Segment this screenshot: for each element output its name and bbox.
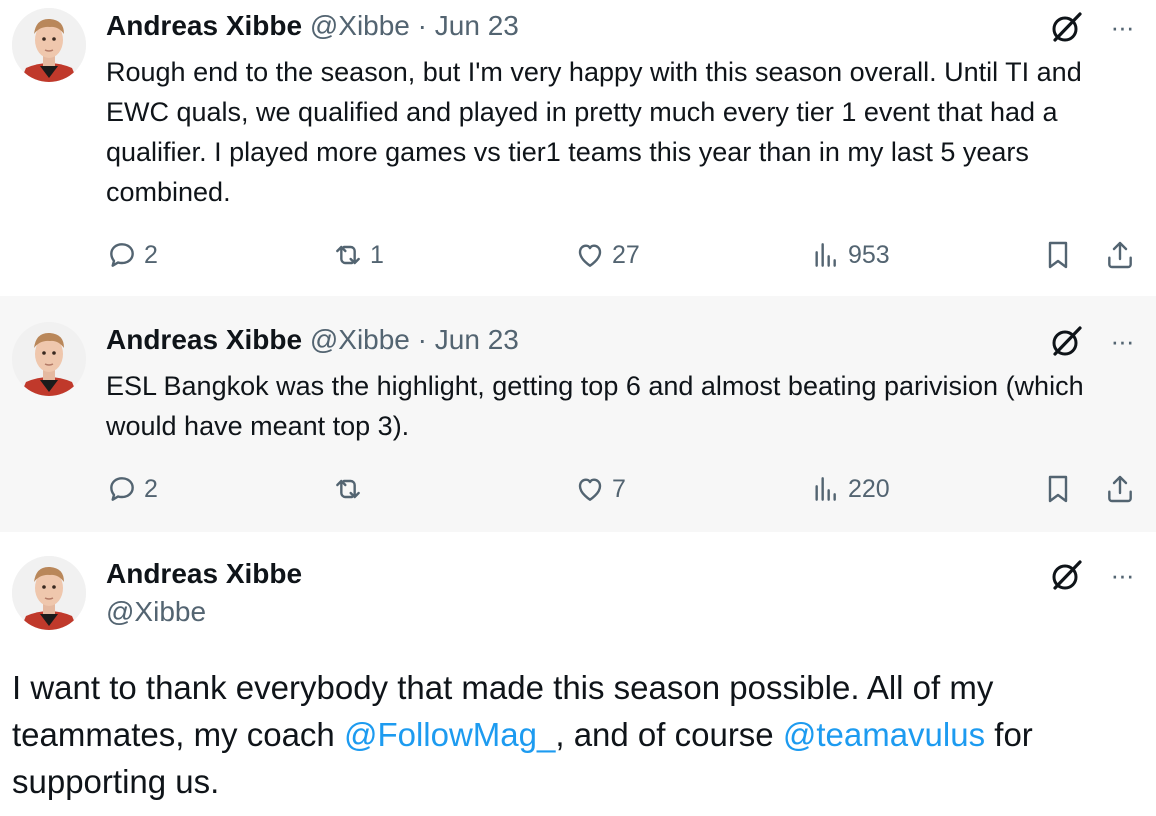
tweet-3-focused[interactable]: Andreas Xibbe @Xibbe ··· I want to thank… [0,532,1156,816]
like-count: 27 [612,240,640,269]
views-icon [815,243,836,267]
tweet-2[interactable]: Andreas Xibbe @Xibbe · Jun 23 ··· ESL Ba… [0,296,1156,532]
author-handle[interactable]: @Xibbe [310,324,410,355]
grok-icon[interactable] [1050,10,1084,44]
repost-count: 1 [370,240,384,269]
share-button[interactable] [1104,472,1142,506]
avatar[interactable] [12,322,86,396]
bookmark-button[interactable] [1042,472,1080,506]
more-icon[interactable]: ··· [1104,12,1140,42]
tweet-header: Andreas Xibbe @Xibbe · Jun 23 [106,10,519,42]
views-count: 220 [848,474,890,503]
tweet-actions: 2 1 27 953 [106,238,1146,272]
reply-button[interactable]: 2 [106,238,158,272]
bookmark-icon [1048,241,1068,269]
views-button[interactable]: 220 [810,472,890,506]
like-button[interactable]: 7 [574,472,626,506]
avatar[interactable] [12,556,86,630]
reply-icon [110,243,134,267]
separator-dot: · [417,324,427,355]
like-icon [578,244,602,267]
views-button[interactable]: 953 [810,238,890,272]
more-icon[interactable]: ··· [1104,326,1140,356]
views-icon [815,477,836,501]
text-part: , and of course [555,716,783,753]
grok-icon[interactable] [1050,558,1084,592]
share-icon [1108,475,1132,503]
tweet-text: I want to thank everybody that made this… [12,664,1132,805]
repost-button[interactable]: 1 [332,238,384,272]
tweet-date[interactable]: Jun 23 [435,324,519,355]
more-icon[interactable]: ··· [1104,560,1140,590]
avatar[interactable] [12,8,86,82]
tweet-date[interactable]: Jun 23 [435,10,519,41]
tweet-1[interactable]: Andreas Xibbe @Xibbe · Jun 23 ··· Rough … [0,0,1156,296]
like-icon [578,478,602,501]
author-name[interactable]: Andreas Xibbe [106,10,302,41]
author-name[interactable]: Andreas Xibbe [106,558,302,590]
share-button[interactable] [1104,238,1142,272]
separator-dot: · [417,10,427,41]
reply-icon [110,477,134,501]
grok-icon[interactable] [1050,324,1084,358]
tweet-text: ESL Bangkok was the highlight, getting t… [106,371,1084,441]
reply-button[interactable]: 2 [106,472,158,506]
repost-icon [336,245,360,265]
reply-count: 2 [144,240,158,269]
author-name-block: Andreas Xibbe @Xibbe [106,558,302,628]
mention-link[interactable]: @teamavulus [783,716,985,753]
views-count: 953 [848,240,890,269]
tweet-header: Andreas Xibbe @Xibbe · Jun 23 [106,324,519,356]
like-count: 7 [612,474,626,503]
like-button[interactable]: 27 [574,238,640,272]
tweet-text: Rough end to the season, but I'm very ha… [106,57,1082,207]
bookmark-icon [1048,475,1068,503]
mention-link[interactable]: @FollowMag_ [344,716,555,753]
repost-icon [336,479,360,499]
share-icon [1108,241,1132,269]
author-handle[interactable]: @Xibbe [106,596,302,628]
author-name[interactable]: Andreas Xibbe [106,324,302,355]
author-handle[interactable]: @Xibbe [310,10,410,41]
reply-count: 2 [144,474,158,503]
bookmark-button[interactable] [1042,238,1080,272]
tweet-actions: 2 7 220 [106,472,1146,506]
repost-button[interactable] [332,472,370,506]
